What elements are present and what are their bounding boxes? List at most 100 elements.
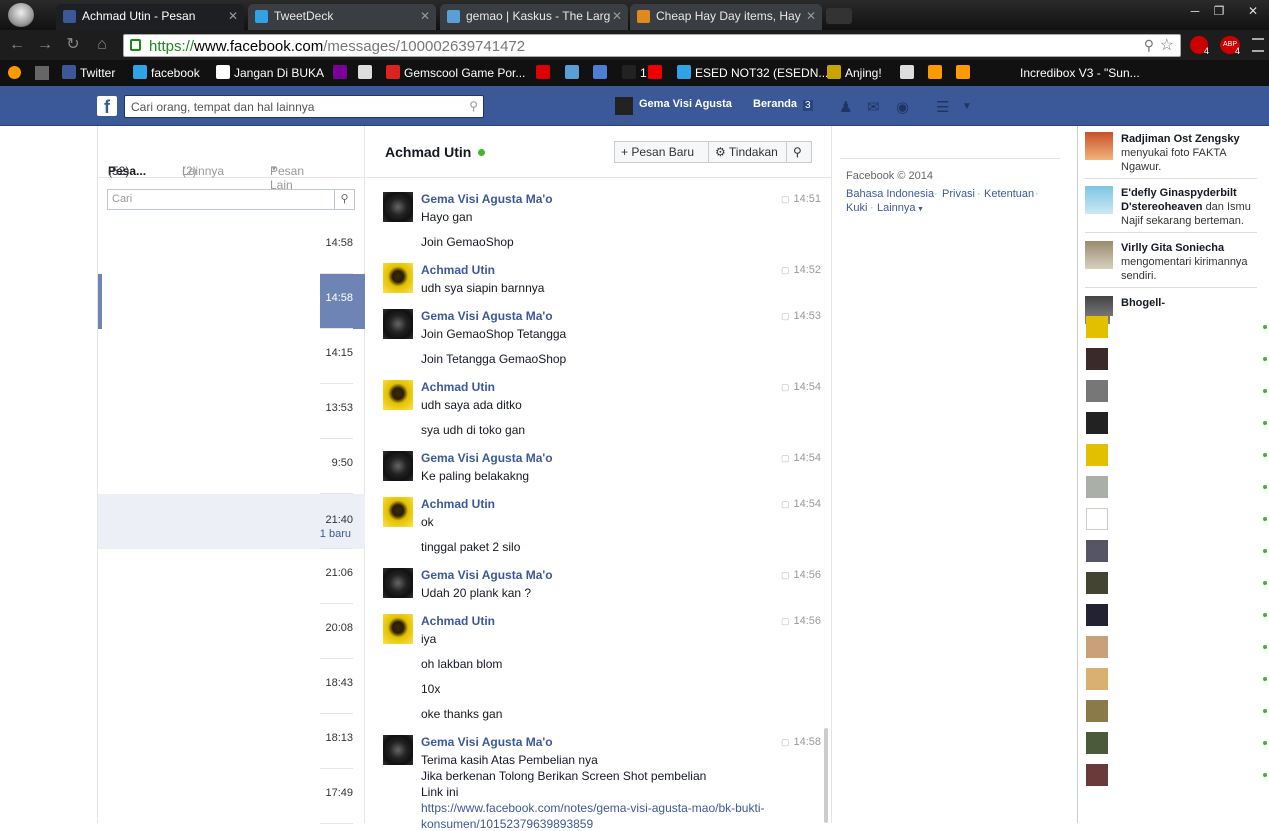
home-link[interactable]: Beranda — [753, 98, 797, 110]
avatar[interactable] — [383, 309, 413, 339]
sender-name[interactable]: Gema Visi Agusta Ma'o — [421, 309, 553, 323]
chat-friend-avatar[interactable] — [1086, 572, 1108, 594]
sender-name[interactable]: Gema Visi Agusta Ma'o — [421, 192, 553, 206]
close-tab-icon[interactable]: ✕ — [612, 9, 622, 23]
sender-name[interactable]: Achmad Utin — [421, 614, 495, 628]
chat-friend-avatar[interactable] — [1086, 668, 1108, 690]
close-window-button[interactable]: ✕ — [1242, 2, 1264, 20]
bookmark-item[interactable]: Jangan Di BUKA — [216, 65, 324, 80]
bookmark-item[interactable]: ESED NOT32 (ESEDN... — [677, 65, 828, 80]
chat-friend-avatar[interactable] — [1086, 700, 1108, 722]
chat-friend-avatar[interactable] — [1086, 732, 1108, 754]
thread-item[interactable]: 20:08 — [98, 604, 365, 659]
browser-tab[interactable]: Cheap Hay Day items, Hay ✕ — [630, 4, 822, 30]
avatar[interactable] — [615, 97, 633, 115]
chat-friend-avatar[interactable] — [1086, 540, 1108, 562]
chat-friend-avatar[interactable] — [1086, 764, 1108, 786]
thread-item[interactable]: 14:58 — [98, 219, 365, 274]
bookmark-icon[interactable] — [35, 66, 49, 80]
sender-name[interactable]: Achmad Utin — [421, 497, 495, 511]
sender-name[interactable]: Achmad Utin — [421, 263, 495, 277]
settings-chevron-down-icon[interactable]: ▼ — [962, 101, 980, 117]
message-link[interactable]: https://www.facebook.com/notes/gema-visi… — [421, 801, 764, 815]
avatar[interactable] — [383, 263, 413, 293]
avatar[interactable] — [383, 192, 413, 222]
thread-item[interactable]: 13:53 — [98, 384, 365, 439]
bookmark-item[interactable]: Incredibox V3 - "Sun... — [1002, 65, 1140, 80]
bookmark-item[interactable] — [928, 65, 946, 80]
bookmark-item[interactable]: 1 — [622, 65, 647, 80]
browser-tab[interactable]: gemao | Kaskus - The Larg ✕ — [440, 4, 628, 30]
new-message-button[interactable]: + Pesan Baru — [614, 141, 709, 163]
new-tab-button[interactable] — [826, 8, 852, 24]
actions-button[interactable]: ⚙ Tindakan — [708, 141, 787, 163]
privacy-icon[interactable]: ☰ — [936, 98, 954, 116]
chat-friend-avatar[interactable] — [1086, 636, 1108, 658]
avatar[interactable] — [383, 497, 413, 527]
chat-friend-avatar[interactable] — [1086, 380, 1108, 402]
close-tab-icon[interactable]: ✕ — [228, 9, 238, 23]
chat-friend-avatar[interactable] — [1086, 316, 1108, 338]
chat-friend-avatar[interactable] — [1086, 604, 1108, 626]
address-bar[interactable]: https://www.facebook.com/messages/100002… — [123, 34, 1181, 57]
zoom-icon[interactable]: ⚲ — [1144, 37, 1154, 54]
thread-item[interactable]: 17:49 — [98, 769, 365, 824]
bookmark-item[interactable] — [565, 65, 583, 80]
thread-item[interactable]: 21:06 — [98, 549, 365, 604]
avatar[interactable] — [383, 735, 413, 765]
thread-item[interactable]: 14:15 — [98, 329, 365, 384]
avatar[interactable] — [383, 614, 413, 644]
menu-icon[interactable] — [1252, 38, 1264, 52]
facebook-search-input[interactable]: Cari orang, tempat dan hal lainnya ⚲ — [124, 95, 484, 118]
bookmark-item[interactable]: Twitter — [62, 65, 115, 80]
footer-link-more[interactable]: Lainnya — [877, 202, 916, 214]
bookmark-item[interactable] — [358, 65, 376, 80]
footer-link-cookies[interactable]: Kuki — [846, 202, 867, 214]
footer-link-language[interactable]: Bahasa Indonesia — [846, 188, 934, 200]
bookmark-item[interactable] — [593, 65, 611, 80]
browser-tab[interactable]: Achmad Utin - Pesan ✕ — [56, 4, 244, 30]
search-icon[interactable]: ⚲ — [469, 99, 478, 113]
chat-friend-avatar[interactable] — [1086, 476, 1108, 498]
messages-icon[interactable]: ✉ — [867, 98, 885, 116]
scrollbar[interactable] — [824, 728, 828, 823]
close-tab-icon[interactable]: ✕ — [806, 9, 816, 23]
avatar[interactable] — [383, 568, 413, 598]
sender-name[interactable]: Gema Visi Agusta Ma'o — [421, 568, 553, 582]
close-tab-icon[interactable]: ✕ — [420, 9, 430, 23]
bookmark-item[interactable] — [648, 65, 666, 80]
bookmark-item[interactable] — [536, 65, 554, 80]
star-icon[interactable]: ☆ — [1160, 35, 1174, 55]
thread-item[interactable]: 18:13 — [98, 714, 365, 769]
bookmark-item[interactable] — [900, 65, 918, 80]
browser-tab[interactable]: TweetDeck ✕ — [248, 4, 436, 30]
bookmark-item[interactable] — [333, 65, 351, 80]
conversation-title[interactable]: Achmad Utin — [385, 144, 471, 160]
bookmark-item[interactable]: Anjing! — [827, 65, 882, 80]
bookmark-item[interactable]: Gemscool Game Por... — [386, 65, 525, 80]
reload-icon[interactable]: ↻ — [64, 36, 82, 54]
bookmark-item[interactable]: facebook — [133, 65, 200, 80]
search-icon[interactable]: ⚲ — [334, 190, 354, 209]
apps-icon[interactable] — [8, 66, 21, 79]
thread-search-input[interactable]: Cari ⚲ — [107, 189, 355, 210]
facebook-logo-icon[interactable]: f — [97, 96, 117, 117]
sender-name[interactable]: Gema Visi Agusta Ma'o — [421, 451, 553, 465]
thread-item[interactable]: 21:40 1 baru — [98, 494, 365, 549]
profile-link[interactable]: Gema Visi Agusta — [639, 98, 732, 110]
minimize-button[interactable]: ─ — [1184, 2, 1206, 20]
chat-friend-avatar[interactable] — [1086, 444, 1108, 466]
chat-friend-avatar[interactable] — [1086, 348, 1108, 370]
notifications-icon[interactable]: ◉ — [896, 98, 914, 116]
chat-friend-avatar[interactable] — [1086, 508, 1108, 530]
back-icon[interactable]: ← — [8, 36, 26, 54]
thread-item[interactable]: 14:58 — [98, 274, 365, 329]
bookmark-item[interactable] — [956, 65, 974, 80]
avatar[interactable] — [383, 451, 413, 481]
avatar[interactable] — [383, 380, 413, 410]
chat-friend-avatar[interactable] — [1086, 412, 1108, 434]
message-link[interactable]: konsumen/10152379639893859 — [421, 817, 593, 831]
sender-name[interactable]: Achmad Utin — [421, 380, 495, 394]
friend-requests-icon[interactable]: ♟ — [839, 98, 857, 116]
conversation-search-button[interactable]: ⚲ — [786, 141, 812, 163]
